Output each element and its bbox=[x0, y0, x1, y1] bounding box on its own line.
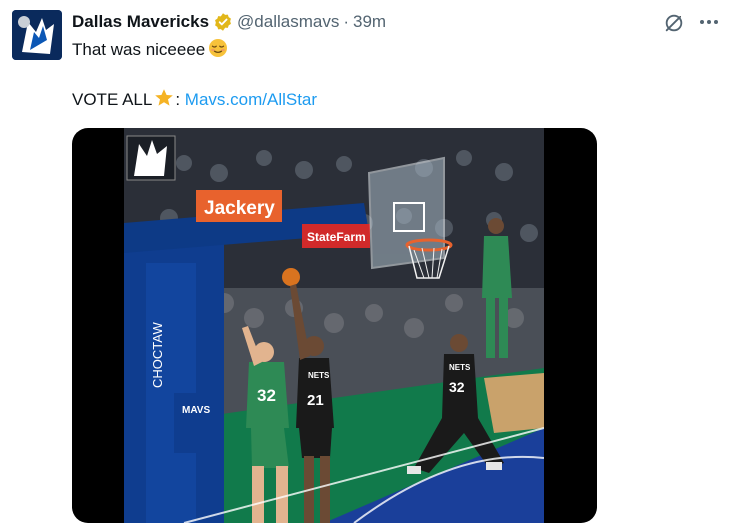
tweet-text-line-1: That was niceeee bbox=[72, 38, 228, 64]
more-options-button[interactable] bbox=[696, 10, 722, 34]
timestamp[interactable]: 39m bbox=[353, 12, 386, 32]
jackery-sign: Jackery bbox=[204, 198, 275, 219]
colon-text: : bbox=[175, 90, 181, 109]
verified-badge-icon[interactable] bbox=[213, 12, 233, 32]
jersey-team-2: NETS bbox=[308, 371, 330, 380]
statefarm-sign: StateFarm bbox=[307, 230, 366, 244]
video-frame: CHOCTAW MAVS Jackery StateFarm 32 NETS 2… bbox=[124, 128, 544, 523]
avatar[interactable] bbox=[12, 10, 62, 60]
vote-text: VOTE ALL bbox=[72, 90, 153, 109]
jersey-number-1: 32 bbox=[257, 386, 276, 405]
tweet-text: That was niceeee bbox=[72, 40, 206, 59]
more-dot bbox=[707, 20, 711, 24]
allstar-link[interactable]: Mavs.com/AllStar bbox=[185, 90, 317, 109]
more-horizontal-icon bbox=[700, 20, 704, 24]
stanchion-text: MAVS bbox=[182, 405, 210, 416]
author-handle[interactable]: @dallasmavs bbox=[237, 12, 339, 32]
author-name[interactable]: Dallas Mavericks bbox=[72, 12, 209, 32]
jersey-team-3: NETS bbox=[449, 363, 471, 372]
media-container[interactable]: CHOCTAW MAVS Jackery StateFarm 32 NETS 2… bbox=[72, 128, 597, 523]
grok-icon[interactable] bbox=[663, 12, 685, 34]
star-emoji bbox=[154, 88, 174, 114]
jersey-number-2: 21 bbox=[307, 392, 324, 409]
separator-dot: · bbox=[343, 12, 350, 31]
video-player[interactable]: CHOCTAW MAVS Jackery StateFarm 32 NETS 2… bbox=[124, 128, 544, 523]
arena-sign: CHOCTAW bbox=[150, 322, 165, 388]
relieved-face-emoji bbox=[208, 38, 228, 64]
tweet-text-line-2: VOTE ALL : Mavs.com/AllStar bbox=[72, 88, 317, 114]
more-dot bbox=[714, 20, 718, 24]
jersey-number-3: 32 bbox=[449, 379, 465, 395]
tweet-header: Dallas Mavericks @dallasmavs · 39m bbox=[72, 11, 386, 33]
